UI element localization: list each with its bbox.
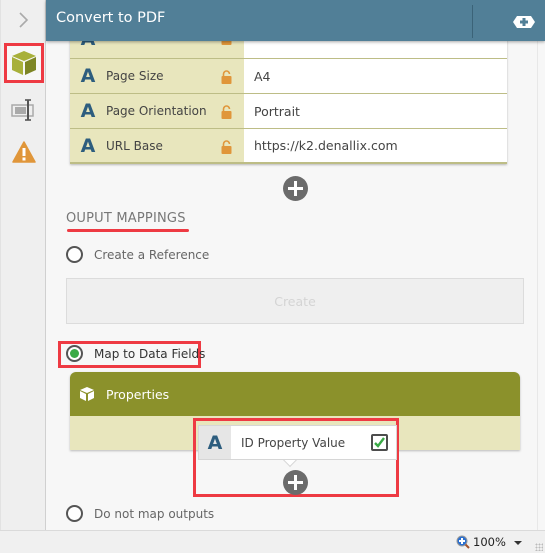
property-mapping-checkbox[interactable] <box>371 434 388 451</box>
add-tag-button[interactable] <box>512 14 536 28</box>
property-name-cell: A <box>70 41 244 58</box>
radio-label: Do not map outputs <box>94 506 215 521</box>
property-name-cell: A URL Base <box>70 129 244 162</box>
zoom-control[interactable]: 100% <box>456 535 506 549</box>
properties-panel-title: Properties <box>106 386 170 402</box>
property-value-input[interactable]: https://k2.denallix.com <box>244 129 507 162</box>
radio-button[interactable] <box>66 246 83 263</box>
object-tab-button[interactable] <box>4 43 44 83</box>
app: Convert to PDF A Page Size A4 A Page Ori… <box>0 0 545 553</box>
radio-button[interactable] <box>66 345 83 362</box>
add-mapping-button[interactable] <box>283 470 308 495</box>
text-field-icon <box>11 99 34 121</box>
property-row: A <box>70 41 507 59</box>
resize-grip[interactable] <box>535 543 543 551</box>
unlock-icon[interactable] <box>221 105 232 119</box>
radio-create-reference[interactable]: Create a Reference <box>66 246 209 263</box>
property-value-input[interactable]: A4 <box>244 59 507 93</box>
input-properties-table: A A Page Size A <box>70 41 507 164</box>
radio-map-to-data-fields[interactable]: Map to Data Fields <box>66 345 205 362</box>
warnings-tab-button[interactable] <box>5 132 43 172</box>
text-type-icon: A <box>70 41 106 50</box>
vertical-scrollbar[interactable] <box>537 41 545 530</box>
property-value-input[interactable]: Portrait <box>244 94 507 128</box>
zoom-dropdown-icon[interactable] <box>514 541 522 545</box>
unlock-icon[interactable] <box>221 140 232 154</box>
unlock-icon[interactable] <box>221 70 232 84</box>
property-mapping-item[interactable]: A ID Property Value <box>198 425 397 460</box>
text-type-icon: A <box>80 65 96 87</box>
property-label: Page Orientation <box>106 104 207 118</box>
unlock-icon[interactable] <box>221 41 232 45</box>
radio-button[interactable] <box>66 505 83 522</box>
status-bar: 100% <box>0 530 545 553</box>
collapse-button[interactable] <box>5 2 43 38</box>
radio-label: Map to Data Fields <box>94 346 206 361</box>
zoom-in-icon <box>456 535 470 549</box>
property-row: A URL Base https://k2.denallix.com <box>70 129 507 164</box>
create-button[interactable]: Create <box>66 278 524 324</box>
property-mapping-label: ID Property Value <box>241 435 346 450</box>
text-type-icon: A <box>80 134 96 157</box>
text-type-icon: A <box>199 426 231 459</box>
property-row: A Page Orientation Portrait <box>70 94 507 129</box>
panel-header: Convert to PDF <box>46 0 545 41</box>
checkmark-icon <box>374 437 385 448</box>
property-name-cell: A Page Size <box>70 59 244 93</box>
highlight-underline <box>67 229 189 232</box>
chevron-right-icon <box>19 12 29 28</box>
section-title: OUPUT MAPPINGS <box>66 211 186 226</box>
property-name-cell: A Page Orientation <box>70 94 244 128</box>
text-type-icon: A <box>80 100 96 122</box>
cube-icon <box>12 51 36 75</box>
radio-label: Create a Reference <box>94 247 210 262</box>
field-tab-button[interactable] <box>5 90 43 130</box>
property-row: A Page Size A4 <box>70 59 507 94</box>
property-value-input[interactable] <box>244 41 507 58</box>
property-label: Page Size <box>106 69 164 83</box>
add-property-button[interactable] <box>283 176 308 201</box>
panel-title: Convert to PDF <box>56 10 166 26</box>
warning-icon <box>12 141 36 163</box>
add-tag-icon <box>513 16 535 28</box>
zoom-level: 100% <box>473 535 506 549</box>
cube-icon <box>80 387 94 401</box>
properties-panel-header[interactable]: Properties <box>70 372 520 416</box>
radio-do-not-map[interactable]: Do not map outputs <box>66 505 214 522</box>
header-divider <box>472 5 473 38</box>
left-rail <box>0 0 46 530</box>
property-label: URL Base <box>106 138 163 153</box>
content-area: A A Page Size A <box>47 41 537 530</box>
